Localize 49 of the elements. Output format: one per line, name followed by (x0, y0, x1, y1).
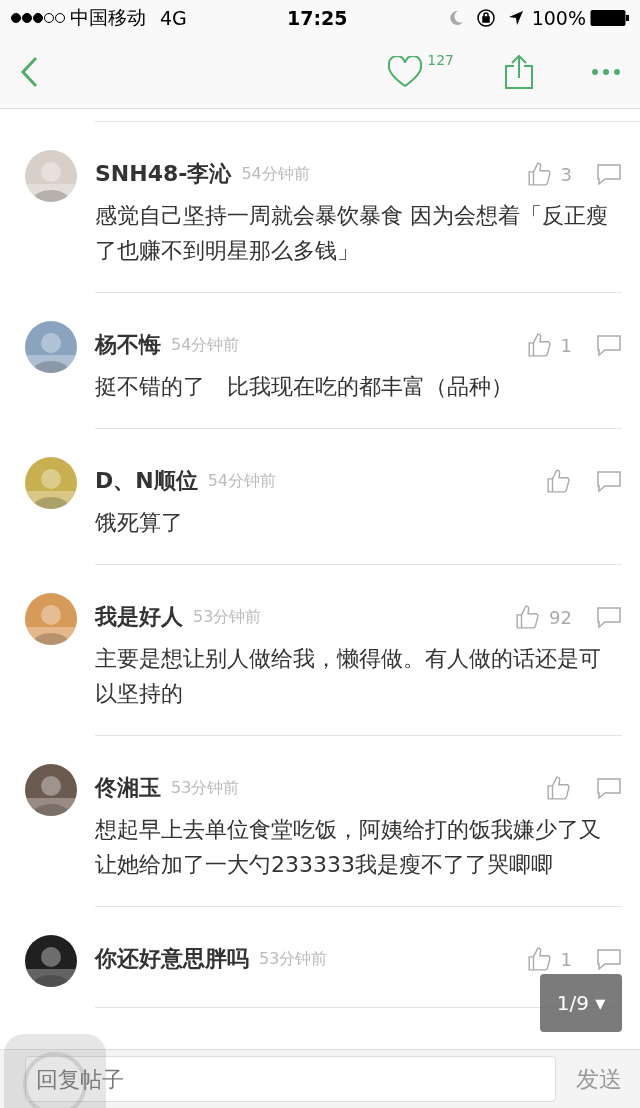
battery-percent: 100% (531, 7, 586, 29)
carrier: 中国移动 (70, 5, 146, 30)
thumbs-up-icon[interactable] (526, 332, 553, 358)
thumbs-up-icon[interactable] (546, 468, 572, 494)
page-indicator[interactable]: 1/9 ▾ (540, 974, 622, 1032)
like-count: 92 (549, 606, 572, 628)
comment-icon[interactable] (596, 947, 622, 971)
user-name[interactable]: D、N顺位 (95, 466, 198, 496)
like-count: 127 (427, 52, 454, 68)
like-count: 1 (560, 948, 572, 970)
like-count: 3 (560, 163, 572, 185)
user-name[interactable]: 佟湘玉 (95, 773, 161, 803)
thumbs-up-icon[interactable] (526, 946, 553, 972)
comment-time: 54分钟前 (241, 163, 310, 185)
comment-icon[interactable] (596, 776, 622, 800)
more-icon[interactable] (592, 69, 620, 75)
thumbs-up-icon[interactable] (526, 161, 553, 187)
thumbs-up-icon[interactable] (515, 604, 542, 630)
share-icon[interactable] (504, 54, 534, 90)
comment-time: 54分钟前 (171, 334, 240, 356)
comment-icon[interactable] (596, 333, 622, 357)
reply-field[interactable]: 回复帖子 (25, 1056, 556, 1102)
comment-text: 饿死算了 (95, 509, 184, 537)
comment-icon[interactable] (596, 469, 622, 493)
comment-icon[interactable] (596, 605, 622, 629)
moon-icon (447, 10, 464, 26)
comment-time: 54分钟前 (207, 470, 277, 492)
comment-text: 想起早上去单位食堂吃饭，阿姨给打的饭我嫌少了又让她给加了一大勺233333我是瘦不了了哭唧唧 (95, 816, 602, 879)
heart-icon[interactable] (387, 56, 424, 88)
comment-text: 挺不错的了 比我现在吃的都丰富（品种） (95, 373, 514, 401)
comment-text: 感觉自己坚持一周就会暴饮暴食 因为会想着「反正瘦了也赚不到明星那么多钱」 (95, 202, 609, 265)
back-icon[interactable] (20, 56, 38, 88)
comment-text: 主要是想让别人做给我，懒得做。有人做的话还是可以坚持的 (95, 645, 602, 708)
user-name[interactable]: 杨不悔 (95, 330, 161, 360)
battery-icon (590, 9, 630, 27)
signal-icon (10, 12, 66, 24)
network-type: 4G (160, 7, 187, 29)
comment-time: 53分钟前 (193, 606, 262, 628)
user-name[interactable]: SNH48-李沁 (95, 159, 232, 189)
user-name[interactable]: 你还好意思胖吗 (95, 944, 249, 974)
comment-icon[interactable] (596, 162, 622, 186)
location-icon (507, 10, 524, 26)
comment-time: 53分钟前 (259, 948, 328, 970)
thumbs-up-icon[interactable] (546, 775, 572, 801)
like-count: 1 (560, 334, 572, 356)
user-name[interactable]: 我是好人 (95, 602, 183, 632)
comment-time: 53分钟前 (171, 777, 240, 799)
clock: 17:25 (287, 7, 348, 29)
rotation-lock-icon (475, 8, 496, 28)
